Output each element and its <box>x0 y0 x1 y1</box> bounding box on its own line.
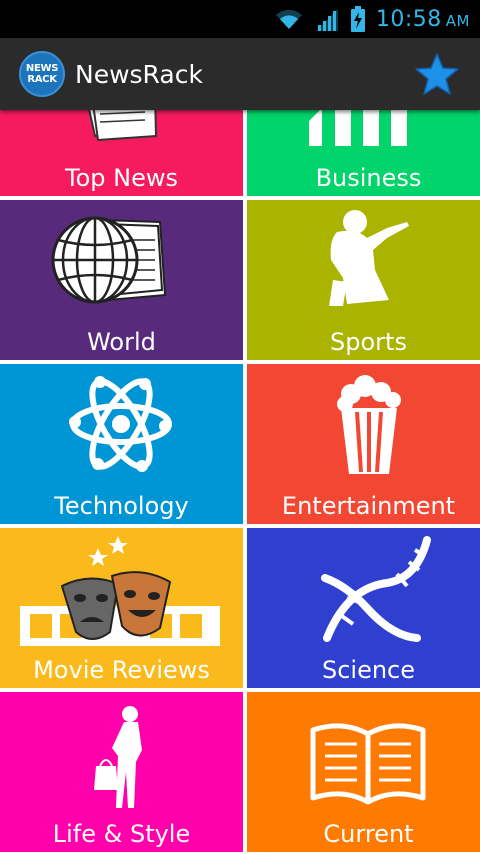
wifi-icon <box>275 9 302 29</box>
tile-entertainment[interactable]: Entertainment <box>247 364 480 524</box>
tile-business[interactable]: Business <box>247 110 480 196</box>
category-grid: Top News Business World Sports Technolog… <box>0 110 480 854</box>
tile-life-style[interactable]: Life & Style <box>0 692 243 852</box>
popcorn-icon <box>337 375 401 474</box>
bar-chart-icon <box>309 110 407 146</box>
tile-label: Current <box>323 820 414 848</box>
atom-icon <box>69 376 172 472</box>
status-clock: 10:58 AM <box>376 7 470 32</box>
tile-science[interactable]: Science <box>247 528 480 688</box>
tile-top-news[interactable]: Top News <box>0 110 243 196</box>
newspaper-icon <box>88 110 158 142</box>
tile-world[interactable]: World <box>0 200 243 360</box>
tile-label: Sports <box>330 328 407 356</box>
shopping-woman-icon <box>94 706 142 808</box>
status-ampm: AM <box>445 11 470 30</box>
app-logo-line1: NEWS <box>25 63 59 74</box>
cricket-player-icon <box>329 210 409 306</box>
status-bar: 10:58 AM <box>0 0 480 38</box>
favorites-button[interactable] <box>413 50 461 98</box>
tile-label: Movie Reviews <box>33 656 210 684</box>
signal-icon <box>315 9 338 31</box>
tile-sports[interactable]: Sports <box>247 200 480 360</box>
tile-current[interactable]: Current <box>247 692 480 852</box>
action-bar: NEWS RACK NewsRack <box>0 38 480 110</box>
app-title: NewsRack <box>75 59 203 89</box>
tile-label: World <box>87 328 156 356</box>
theater-masks-icon <box>20 536 220 646</box>
tile-label: Technology <box>54 492 189 520</box>
tile-label: Life & Style <box>52 820 191 848</box>
globe-icon <box>51 216 167 304</box>
app-logo[interactable]: NEWS RACK <box>19 51 65 97</box>
tile-label: Top News <box>65 164 178 192</box>
tile-label: Entertainment <box>281 492 456 520</box>
tile-technology[interactable]: Technology <box>0 364 243 524</box>
star-icon <box>415 53 459 95</box>
tile-movie-reviews[interactable]: Movie Reviews <box>0 528 243 688</box>
tile-label: Business <box>315 164 422 192</box>
status-time: 10:58 <box>375 6 442 32</box>
tile-label: Science <box>321 656 416 684</box>
dna-icon <box>321 536 431 642</box>
battery-charging-icon <box>350 6 365 32</box>
app-logo-line2: RACK <box>27 74 57 85</box>
open-book-icon <box>310 723 426 805</box>
